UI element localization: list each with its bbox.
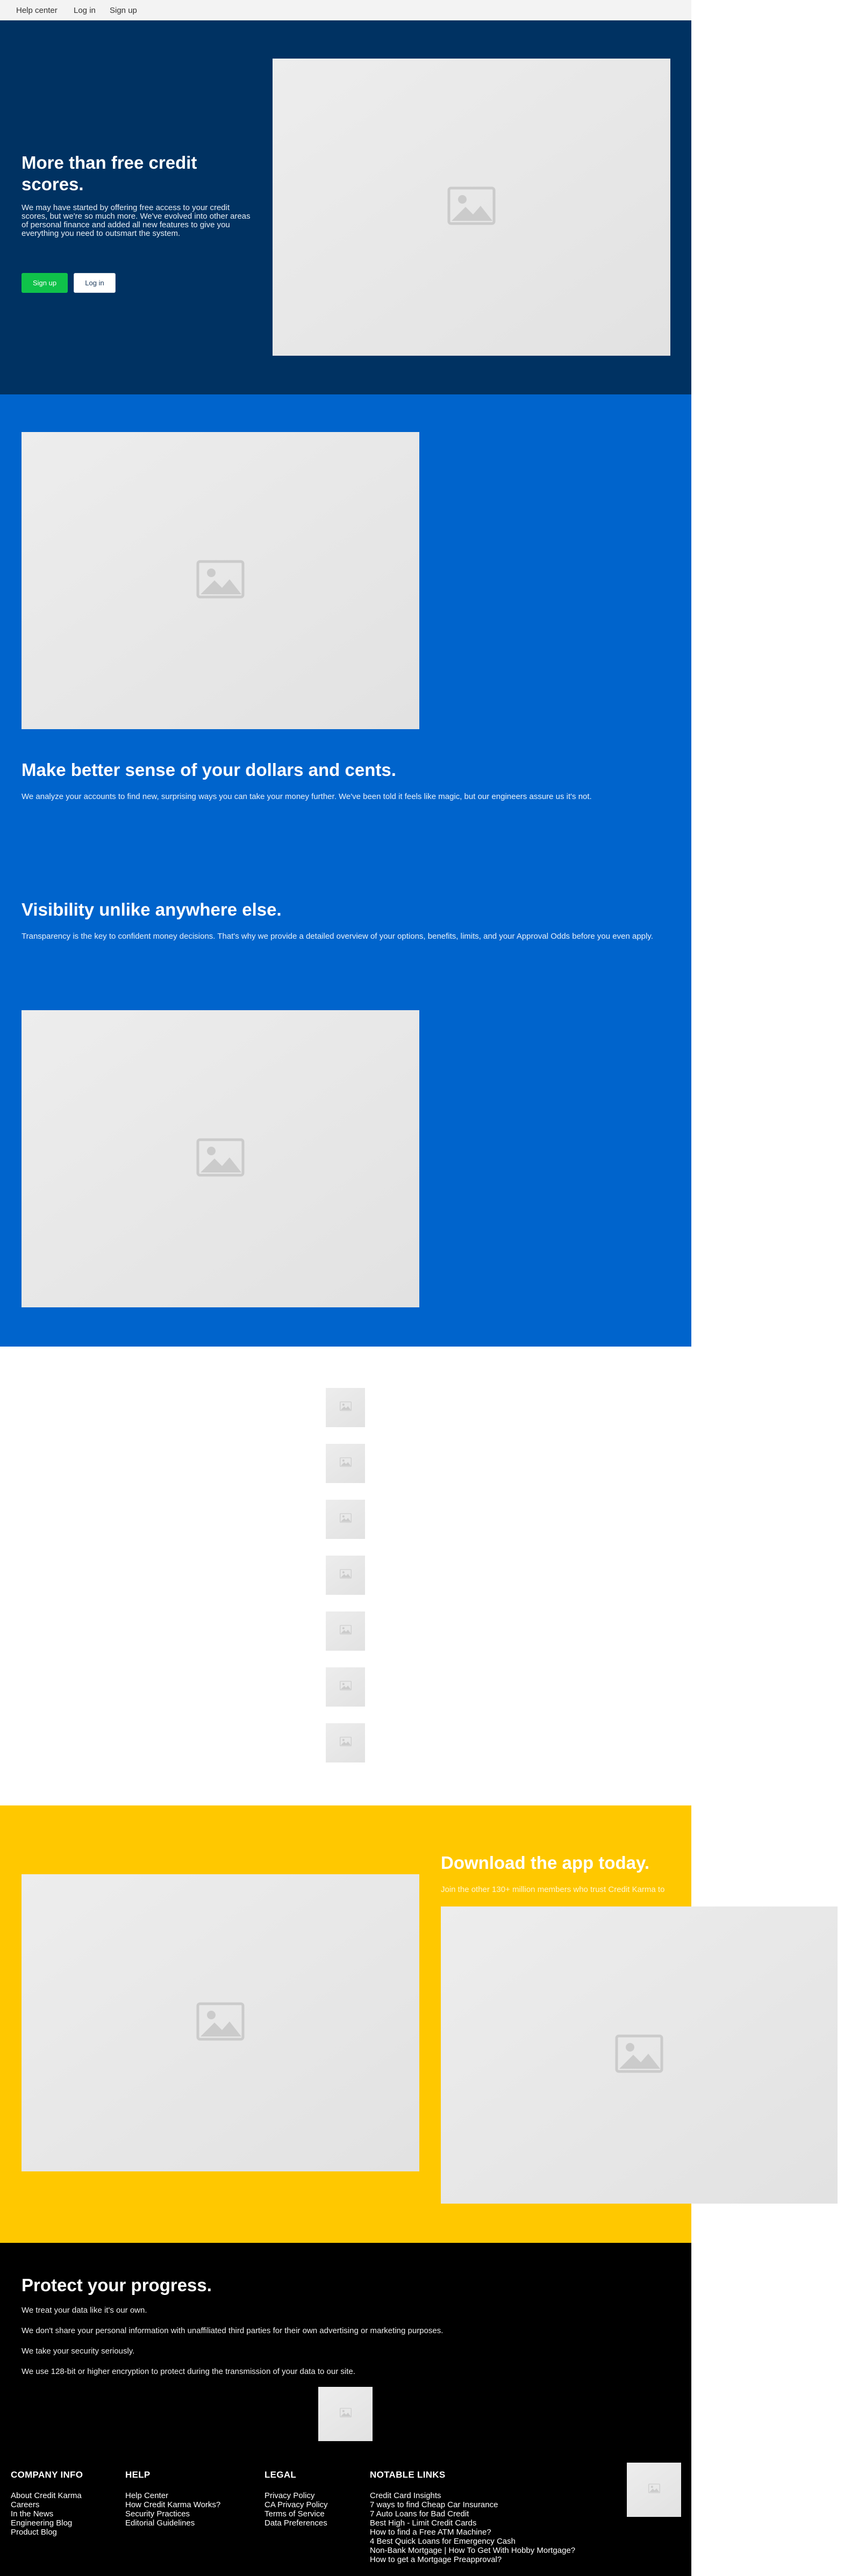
footer-link[interactable]: 4 Best Quick Loans for Emergency Cash (370, 2537, 575, 2546)
footer-notable-column: NOTABLE LINKS Credit Card Insights 7 way… (370, 2470, 575, 2564)
footer-link[interactable]: How to get a Mortgage Preapproval? (370, 2555, 575, 2564)
logo-placeholder (326, 1667, 365, 1707)
footer-link[interactable]: Careers (11, 2500, 83, 2509)
app-image-placeholder (22, 1874, 419, 2171)
footer-heading: HELP (125, 2470, 151, 2480)
footer-link[interactable]: Privacy Policy (264, 2491, 328, 2500)
top-nav: Help center Log in Sign up (0, 0, 691, 20)
footer-heading: NOTABLE LINKS (370, 2470, 446, 2480)
app-title: Download the app today. (441, 1853, 650, 1873)
footer-link[interactable]: Data Preferences (264, 2519, 328, 2528)
image-placeholder-icon (648, 2484, 660, 2496)
image-placeholder-icon (196, 560, 245, 601)
image-placeholder-icon (196, 2002, 245, 2043)
hero-title: More than free credit scores. (22, 153, 197, 194)
features-section: Make better sense of your dollars and ce… (0, 394, 691, 1347)
footer-app-badge-placeholder (627, 2463, 681, 2517)
footer-link[interactable]: How Credit Karma Works? (125, 2500, 220, 2509)
image-placeholder-icon (339, 1681, 352, 1693)
image-placeholder-icon (339, 1569, 352, 1581)
image-placeholder-icon (339, 1737, 352, 1749)
footer-link[interactable]: Product Blog (11, 2528, 83, 2537)
nav-signup-link[interactable]: Sign up (110, 6, 137, 15)
login-button[interactable]: Log in (74, 273, 116, 293)
feature-image-placeholder (22, 432, 419, 729)
logos-section (0, 1347, 691, 1805)
security-line: We take your security seriously. (22, 2347, 135, 2356)
logo-placeholder (326, 1388, 365, 1427)
security-line: We treat your data like it's our own. (22, 2306, 147, 2315)
image-placeholder-icon (339, 2408, 352, 2420)
footer-heading: LEGAL (264, 2470, 297, 2480)
hero-image-placeholder (273, 59, 670, 356)
logo-placeholder (326, 1500, 365, 1539)
image-placeholder-icon (615, 2034, 663, 2076)
footer-link[interactable]: Engineering Blog (11, 2519, 83, 2528)
footer-link[interactable]: About Credit Karma (11, 2491, 83, 2500)
footer-link[interactable]: Credit Card Insights (370, 2491, 575, 2500)
security-line: We use 128-bit or higher encryption to p… (22, 2367, 355, 2376)
footer-link[interactable]: In the News (11, 2509, 83, 2519)
visibility-image-placeholder (22, 1010, 419, 1307)
visibility-title: Visibility unlike anywhere else. (22, 900, 282, 919)
image-placeholder-icon (447, 186, 496, 228)
security-badge-placeholder (318, 2387, 373, 2441)
footer-link[interactable]: How to find a Free ATM Machine? (370, 2528, 575, 2537)
footer-link[interactable]: Non-Bank Mortgage | How To Get With Hobb… (370, 2546, 575, 2555)
footer-link[interactable]: Editorial Guidelines (125, 2519, 220, 2528)
page: Help center Log in Sign up More than fre… (0, 0, 844, 2576)
visibility-body: Transparency is the key to confident mon… (22, 932, 653, 941)
app-subtitle: Join the other 130+ million members who … (441, 1885, 665, 1894)
logo-placeholder (326, 1611, 365, 1651)
nav-login-link[interactable]: Log in (74, 6, 96, 15)
footer-link[interactable]: Best High - Limit Credit Cards (370, 2519, 575, 2528)
app-download-section: Download the app today. Join the other 1… (0, 1805, 838, 2243)
footer-link[interactable]: Security Practices (125, 2509, 220, 2519)
security-line: We don't share your personal information… (22, 2326, 444, 2335)
security-title: Protect your progress. (22, 2275, 212, 2295)
footer-link[interactable]: Terms of Service (264, 2509, 328, 2519)
footer-company-column: COMPANY INFO About Credit Karma Careers … (11, 2470, 83, 2537)
image-placeholder-icon (339, 1401, 352, 1414)
image-placeholder-icon (339, 1513, 352, 1526)
logo-placeholder (326, 1723, 365, 1762)
footer-link[interactable]: 7 Auto Loans for Bad Credit (370, 2509, 575, 2519)
footer-legal-column: LEGAL Privacy Policy CA Privacy Policy T… (264, 2470, 328, 2528)
signup-button[interactable]: Sign up (22, 273, 68, 293)
hero-section: More than free credit scores. We may hav… (0, 20, 691, 394)
image-placeholder-icon (339, 1457, 352, 1470)
footer-link[interactable]: 7 ways to find Cheap Car Insurance (370, 2500, 575, 2509)
dollars-cents-body: We analyze your accounts to find new, su… (22, 792, 592, 801)
security-footer-section: Protect your progress. We treat your dat… (0, 2243, 691, 2576)
footer-link[interactable]: Help Center (125, 2491, 220, 2500)
footer-help-column: HELP Help Center How Credit Karma Works?… (125, 2470, 220, 2528)
logo-placeholder (326, 1444, 365, 1483)
app-phone-image-placeholder (441, 1906, 838, 2204)
image-placeholder-icon (339, 1625, 352, 1637)
footer-link[interactable]: CA Privacy Policy (264, 2500, 328, 2509)
footer-heading: COMPANY INFO (11, 2470, 83, 2480)
image-placeholder-icon (196, 1138, 245, 1179)
hero-body: We may have started by offering free acc… (22, 203, 251, 238)
dollars-cents-title: Make better sense of your dollars and ce… (22, 760, 396, 780)
nav-help-center-link[interactable]: Help center (16, 6, 58, 15)
logo-placeholder (326, 1556, 365, 1595)
